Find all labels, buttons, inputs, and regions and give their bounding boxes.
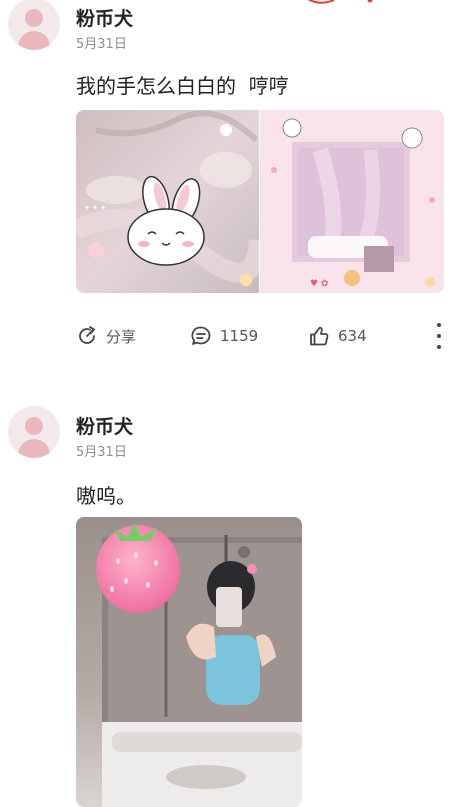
comment-button[interactable]: 1159 bbox=[190, 321, 258, 351]
post-text: 我的手怎么白白的 哼哼 bbox=[76, 74, 289, 98]
post-text: 嗷呜。 bbox=[76, 484, 136, 508]
post-actions: 分享 1159 634 bbox=[76, 321, 446, 351]
post-image-right[interactable]: ♥ ✿ bbox=[260, 110, 444, 293]
post-image-mirror-selfie[interactable] bbox=[76, 517, 302, 807]
share-button[interactable]: 分享 bbox=[76, 321, 136, 351]
svg-text:♥ ✿: ♥ ✿ bbox=[310, 279, 329, 289]
post-2: 粉币犬 5月31日 嗷呜。 bbox=[0, 404, 454, 807]
share-icon bbox=[79, 326, 96, 344]
share-label: 分享 bbox=[106, 327, 137, 346]
author-avatar[interactable] bbox=[8, 406, 60, 458]
author-name[interactable]: 粉币犬 bbox=[76, 4, 133, 31]
like-count: 634 bbox=[338, 327, 367, 345]
author-avatar[interactable] bbox=[8, 0, 60, 50]
author-name[interactable]: 粉币犬 bbox=[76, 412, 133, 439]
more-icon[interactable] bbox=[432, 323, 446, 349]
post-1: 粉币犬 5月31日 我的手怎么白白的 哼哼 ✦ ✦ ✦ ♥ ✿ 分享 1159 … bbox=[0, 0, 454, 370]
svg-text:✦ ✦ ✦: ✦ ✦ ✦ bbox=[84, 204, 106, 212]
like-button[interactable]: 634 bbox=[308, 321, 367, 351]
comment-icon bbox=[191, 326, 211, 345]
like-icon bbox=[310, 326, 329, 346]
post-date: 5月31日 bbox=[76, 37, 127, 52]
comment-count: 1159 bbox=[220, 327, 259, 345]
post-image-left[interactable]: ✦ ✦ ✦ bbox=[76, 110, 259, 293]
post-date: 5月31日 bbox=[76, 445, 127, 460]
